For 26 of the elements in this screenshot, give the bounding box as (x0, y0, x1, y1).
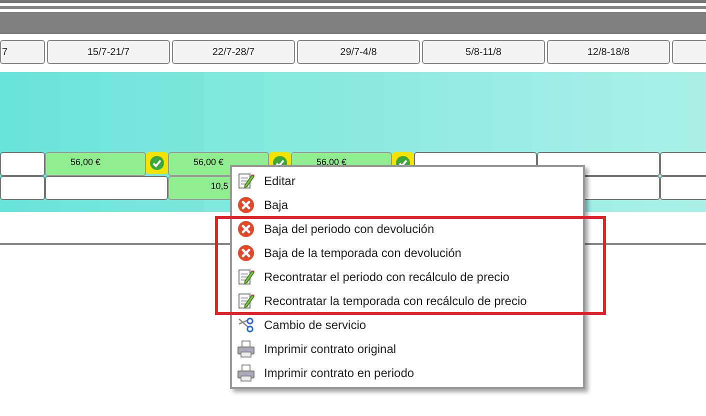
menu-item[interactable]: Recontratar la temporada con recálculo de precio (232, 289, 583, 313)
menu-item[interactable]: Baja de la temporada con devolución (232, 241, 583, 265)
week-header[interactable]: 7 (0, 40, 45, 64)
menu-item[interactable]: Imprimir contrato original (232, 337, 583, 361)
price-text: 56,00 € (70, 156, 102, 169)
printer-icon (237, 340, 255, 358)
price-text: 56,00 € (316, 156, 348, 169)
notepad-pencil-icon (237, 268, 255, 286)
price-text: 10,5 (210, 180, 230, 193)
menu-item[interactable]: Imprimir contrato en periodo (232, 361, 583, 385)
scissors-icon (237, 316, 255, 334)
week-header[interactable]: 5/8-11/8 (422, 40, 545, 64)
week-header[interactable]: 12/8-18/8 (547, 40, 670, 64)
printer-icon (237, 364, 255, 382)
menu-item[interactable]: Cambio de servicio (232, 313, 583, 337)
notepad-pencil-icon (237, 292, 255, 310)
menu-item[interactable]: Recontratar el periodo con recálculo de precio (232, 265, 583, 289)
week-header[interactable]: 15/7-21/7 (47, 40, 170, 64)
week-header[interactable]: 22/7-28/7 (172, 40, 295, 64)
menu-item[interactable]: Baja del periodo con devolución (232, 217, 583, 241)
notepad-pencil-icon (237, 172, 255, 190)
price-text: 56,00 € (193, 156, 225, 169)
delete-icon (237, 220, 255, 238)
delete-icon (237, 196, 255, 214)
delete-icon (237, 244, 255, 262)
week-header[interactable]: 29/7-4/8 (297, 40, 420, 64)
